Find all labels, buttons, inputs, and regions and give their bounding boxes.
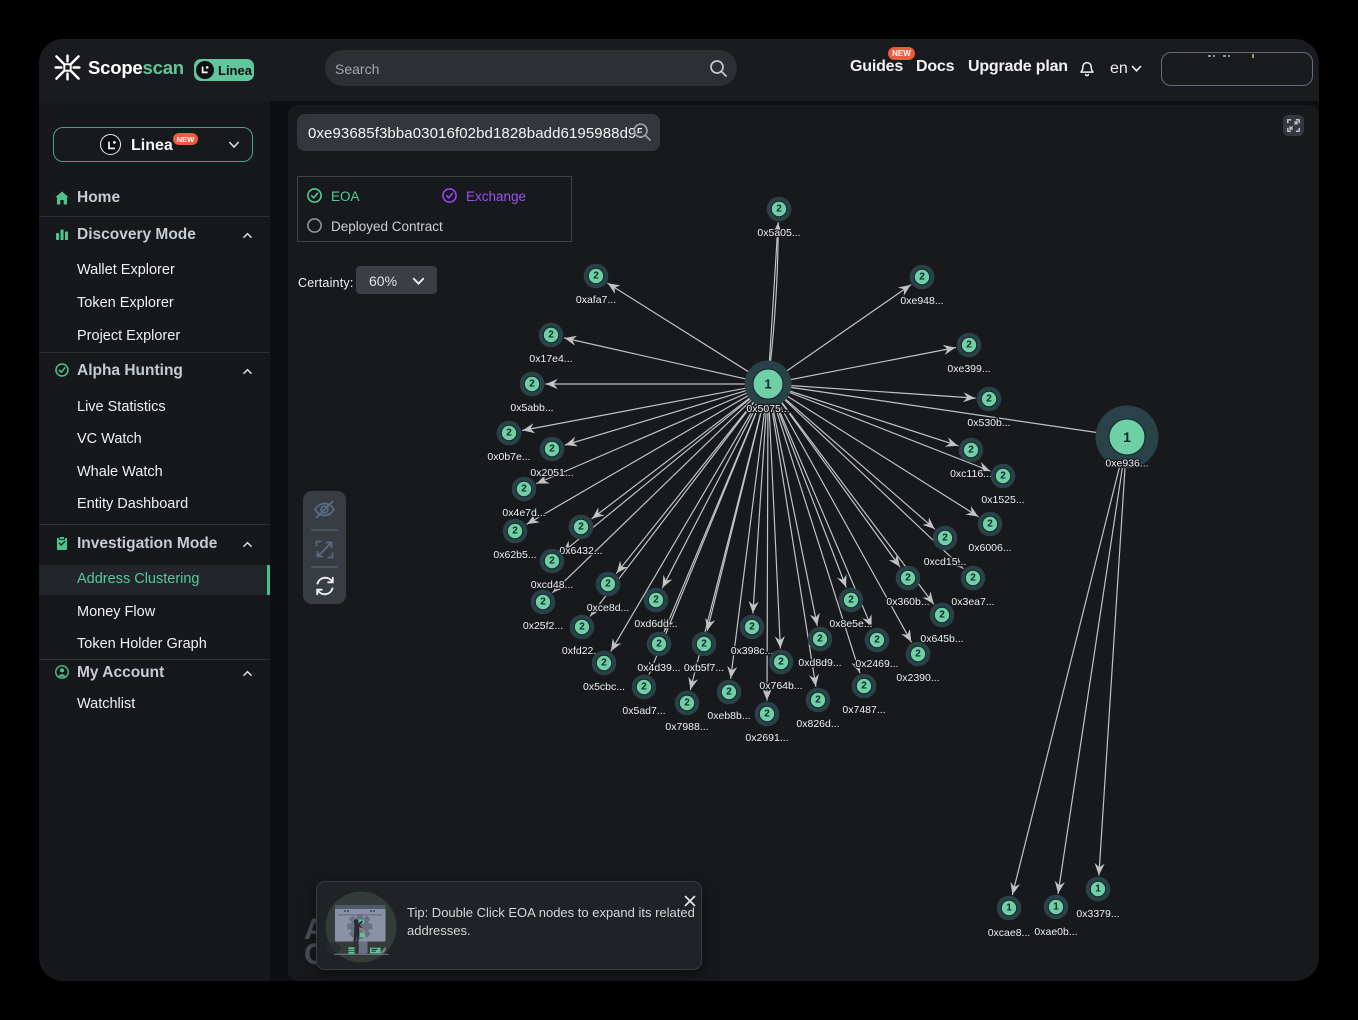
svg-text:0x3ea7...: 0x3ea7... xyxy=(951,596,994,608)
svg-text:0x7487...: 0x7487... xyxy=(842,704,885,716)
svg-text:0xcd15...: 0xcd15... xyxy=(924,556,967,568)
svg-text:2: 2 xyxy=(970,573,976,584)
svg-text:0x530b...: 0x530b... xyxy=(967,417,1010,429)
svg-text:2: 2 xyxy=(726,687,732,698)
svg-text:0x3379...: 0x3379... xyxy=(1076,908,1119,920)
svg-text:0x2390...: 0x2390... xyxy=(896,672,939,684)
svg-text:2: 2 xyxy=(653,595,659,606)
svg-text:2: 2 xyxy=(817,634,823,645)
svg-text:2: 2 xyxy=(512,526,518,537)
svg-text:2: 2 xyxy=(968,445,974,456)
svg-text:2: 2 xyxy=(861,681,867,692)
svg-text:1: 1 xyxy=(1123,429,1131,445)
svg-text:0x398c...: 0x398c... xyxy=(731,645,774,657)
svg-text:2: 2 xyxy=(764,709,770,720)
svg-text:0xeb8b...: 0xeb8b... xyxy=(707,710,750,722)
svg-text:0x764b...: 0x764b... xyxy=(759,680,802,692)
svg-text:0xd6dd...: 0xd6dd... xyxy=(634,618,677,630)
svg-text:2: 2 xyxy=(549,556,555,567)
svg-text:2: 2 xyxy=(549,444,555,455)
svg-text:0x62b5...: 0x62b5... xyxy=(493,549,536,561)
svg-text:2: 2 xyxy=(605,579,611,590)
svg-text:0x360b...: 0x360b... xyxy=(886,596,929,608)
svg-text:2: 2 xyxy=(848,595,854,606)
svg-text:2: 2 xyxy=(641,682,647,693)
svg-text:0xd8d9...: 0xd8d9... xyxy=(798,657,841,669)
svg-text:2: 2 xyxy=(1000,471,1006,482)
svg-text:0x5a05...: 0x5a05... xyxy=(757,227,800,239)
svg-text:0xb5f7...: 0xb5f7... xyxy=(684,662,724,674)
svg-text:2: 2 xyxy=(778,657,784,668)
svg-text:2: 2 xyxy=(548,330,554,341)
svg-text:2: 2 xyxy=(506,428,512,439)
svg-text:0xae0b...: 0xae0b... xyxy=(1034,926,1077,938)
svg-text:2: 2 xyxy=(593,271,599,282)
svg-text:0x6006...: 0x6006... xyxy=(968,542,1011,554)
svg-text:1: 1 xyxy=(1006,903,1012,914)
svg-text:0x2469...: 0x2469... xyxy=(855,658,898,670)
svg-text:0xe948...: 0xe948... xyxy=(900,295,943,307)
svg-text:0x826d...: 0x826d... xyxy=(796,718,839,730)
svg-text:0xe936...: 0xe936... xyxy=(1105,458,1148,470)
svg-text:2: 2 xyxy=(942,533,948,544)
svg-text:0xcae8...: 0xcae8... xyxy=(988,927,1031,939)
svg-text:2: 2 xyxy=(776,204,782,215)
svg-text:1: 1 xyxy=(1053,902,1059,913)
svg-text:2: 2 xyxy=(874,635,880,646)
svg-text:2: 2 xyxy=(966,340,972,351)
svg-text:2: 2 xyxy=(939,610,945,621)
svg-text:0x5cbc...: 0x5cbc... xyxy=(583,681,625,693)
svg-text:0x4e7d...: 0x4e7d... xyxy=(502,507,545,519)
svg-text:1: 1 xyxy=(764,377,771,392)
svg-text:0x6432...: 0x6432... xyxy=(559,545,602,557)
svg-text:0x5ad7...: 0x5ad7... xyxy=(622,705,665,717)
svg-text:0xc116...: 0xc116... xyxy=(950,468,992,480)
svg-text:0x25f2...: 0x25f2... xyxy=(523,620,563,632)
svg-text:2: 2 xyxy=(579,622,585,633)
svg-text:0xcd48...: 0xcd48... xyxy=(531,579,574,591)
svg-text:2: 2 xyxy=(601,658,607,669)
svg-text:2: 2 xyxy=(684,698,690,709)
svg-text:1: 1 xyxy=(1095,884,1101,895)
svg-text:0x5abb...: 0x5abb... xyxy=(510,402,553,414)
svg-text:2: 2 xyxy=(919,272,925,283)
svg-text:0x2691...: 0x2691... xyxy=(745,732,788,744)
svg-text:0x645b...: 0x645b... xyxy=(920,633,963,645)
svg-text:2: 2 xyxy=(905,573,911,584)
svg-text:0x0b7e...: 0x0b7e... xyxy=(487,451,530,463)
svg-text:0x2051...: 0x2051... xyxy=(530,467,573,479)
svg-text:0xe399...: 0xe399... xyxy=(947,363,990,375)
svg-text:2: 2 xyxy=(987,519,993,530)
svg-text:0x8e5e...: 0x8e5e... xyxy=(829,618,872,630)
svg-text:2: 2 xyxy=(915,649,921,660)
svg-text:2: 2 xyxy=(749,622,755,633)
svg-text:0x5075...: 0x5075... xyxy=(746,403,789,415)
svg-text:2: 2 xyxy=(521,484,527,495)
svg-text:2: 2 xyxy=(656,639,662,650)
svg-text:0xafa7...: 0xafa7... xyxy=(576,294,616,306)
svg-text:0x17e4...: 0x17e4... xyxy=(529,353,572,365)
svg-text:2: 2 xyxy=(701,639,707,650)
svg-text:0xce8d...: 0xce8d... xyxy=(587,602,630,614)
svg-text:2: 2 xyxy=(529,379,535,390)
svg-text:2: 2 xyxy=(815,695,821,706)
svg-text:2: 2 xyxy=(986,394,992,405)
svg-text:0x7988...: 0x7988... xyxy=(665,721,708,733)
svg-text:0x4d39...: 0x4d39... xyxy=(637,662,680,674)
svg-text:2: 2 xyxy=(540,597,546,608)
svg-text:2: 2 xyxy=(578,522,584,533)
svg-text:0x1525...: 0x1525... xyxy=(981,494,1024,506)
